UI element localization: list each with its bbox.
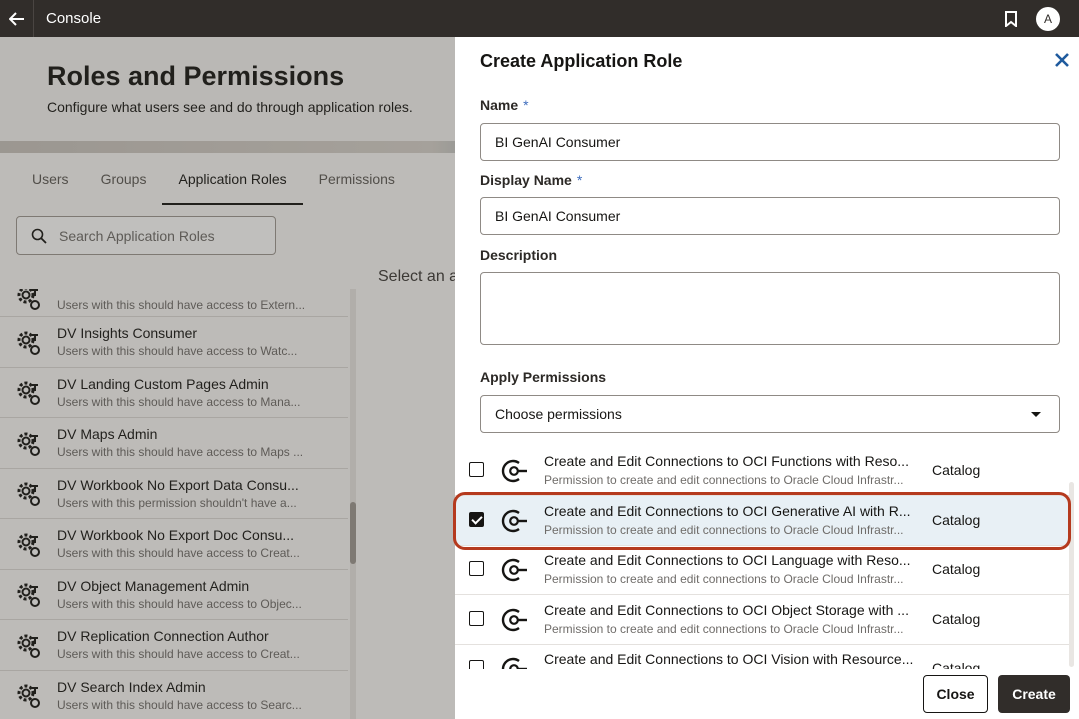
permission-checkbox[interactable] <box>469 462 484 477</box>
permission-category: Catalog <box>932 611 981 627</box>
permissions-scrollbar[interactable] <box>1069 482 1074 667</box>
permission-category: Catalog <box>932 561 981 577</box>
required-mark: * <box>576 172 583 188</box>
permission-row[interactable]: Create and Edit Connections to OCI Gener… <box>455 496 1071 546</box>
permission-name: Create and Edit Connections to OCI Gener… <box>544 503 911 519</box>
permission-category: Catalog <box>932 512 981 528</box>
permissions-select[interactable]: Choose permissions <box>480 395 1060 433</box>
description-label: Description <box>480 247 558 263</box>
permission-description: Permission to create and edit connection… <box>544 523 904 537</box>
back-arrow-icon <box>8 11 24 26</box>
create-button[interactable]: Create <box>998 675 1070 713</box>
required-mark: * <box>523 97 529 113</box>
description-field[interactable] <box>480 272 1060 345</box>
permission-description: Permission to create and edit connection… <box>544 622 904 636</box>
permission-row[interactable]: Create and Edit Connections to OCI Langu… <box>455 545 1071 595</box>
top-bar: Console A <box>0 0 1079 37</box>
close-button[interactable]: Close <box>923 675 988 713</box>
permission-name: Create and Edit Connections to OCI Visio… <box>544 651 914 667</box>
permission-description: Permission to create and edit connection… <box>544 473 904 487</box>
display-name-label-text: Display Name <box>480 172 572 188</box>
permission-row[interactable]: Create and Edit Connections to OCI Objec… <box>455 595 1071 645</box>
display-name-label: Display Name * <box>480 172 582 188</box>
permission-name: Create and Edit Connections to OCI Funct… <box>544 453 909 469</box>
connection-icon <box>501 459 527 483</box>
app-title: Console <box>46 10 102 27</box>
chevron-down-icon <box>1031 412 1041 417</box>
permission-category: Catalog <box>932 660 981 669</box>
name-field[interactable]: BI GenAI Consumer <box>480 123 1060 161</box>
connection-icon <box>501 608 527 632</box>
create-role-drawer: Create Application Role Name * BI GenAI C… <box>453 37 1079 719</box>
name-label: Name * <box>480 97 529 113</box>
modal-overlay <box>0 37 455 719</box>
permission-description: Permission to create and edit connection… <box>544 572 904 586</box>
close-icon[interactable] <box>1053 51 1071 69</box>
permission-name: Create and Edit Connections to OCI Langu… <box>544 552 911 568</box>
avatar[interactable]: A <box>1036 6 1060 31</box>
back-button[interactable] <box>0 0 34 37</box>
permission-name: Create and Edit Connections to OCI Objec… <box>544 602 909 618</box>
connection-icon <box>501 509 527 533</box>
permission-category: Catalog <box>932 462 981 478</box>
permission-row[interactable]: Create and Edit Connections to OCI Visio… <box>455 644 1071 669</box>
permission-row[interactable]: Create and Edit Connections to OCI Funct… <box>455 446 1071 496</box>
permission-checkbox[interactable] <box>469 611 484 626</box>
permission-checkbox[interactable] <box>469 561 484 576</box>
permission-checkbox[interactable] <box>469 660 484 669</box>
apply-permissions-label: Apply Permissions <box>480 369 607 385</box>
name-label-text: Name <box>480 97 519 113</box>
bookmark-icon[interactable] <box>1004 10 1018 27</box>
permissions-select-value: Choose permissions <box>495 406 622 422</box>
permissions-list: Create and Edit Connections to OCI Funct… <box>455 442 1071 669</box>
connection-icon <box>501 657 527 669</box>
drawer-title: Create Application Role <box>480 51 683 71</box>
connection-icon <box>501 558 527 582</box>
permission-checkbox[interactable] <box>469 512 484 527</box>
display-name-field[interactable]: BI GenAI Consumer <box>480 197 1060 235</box>
